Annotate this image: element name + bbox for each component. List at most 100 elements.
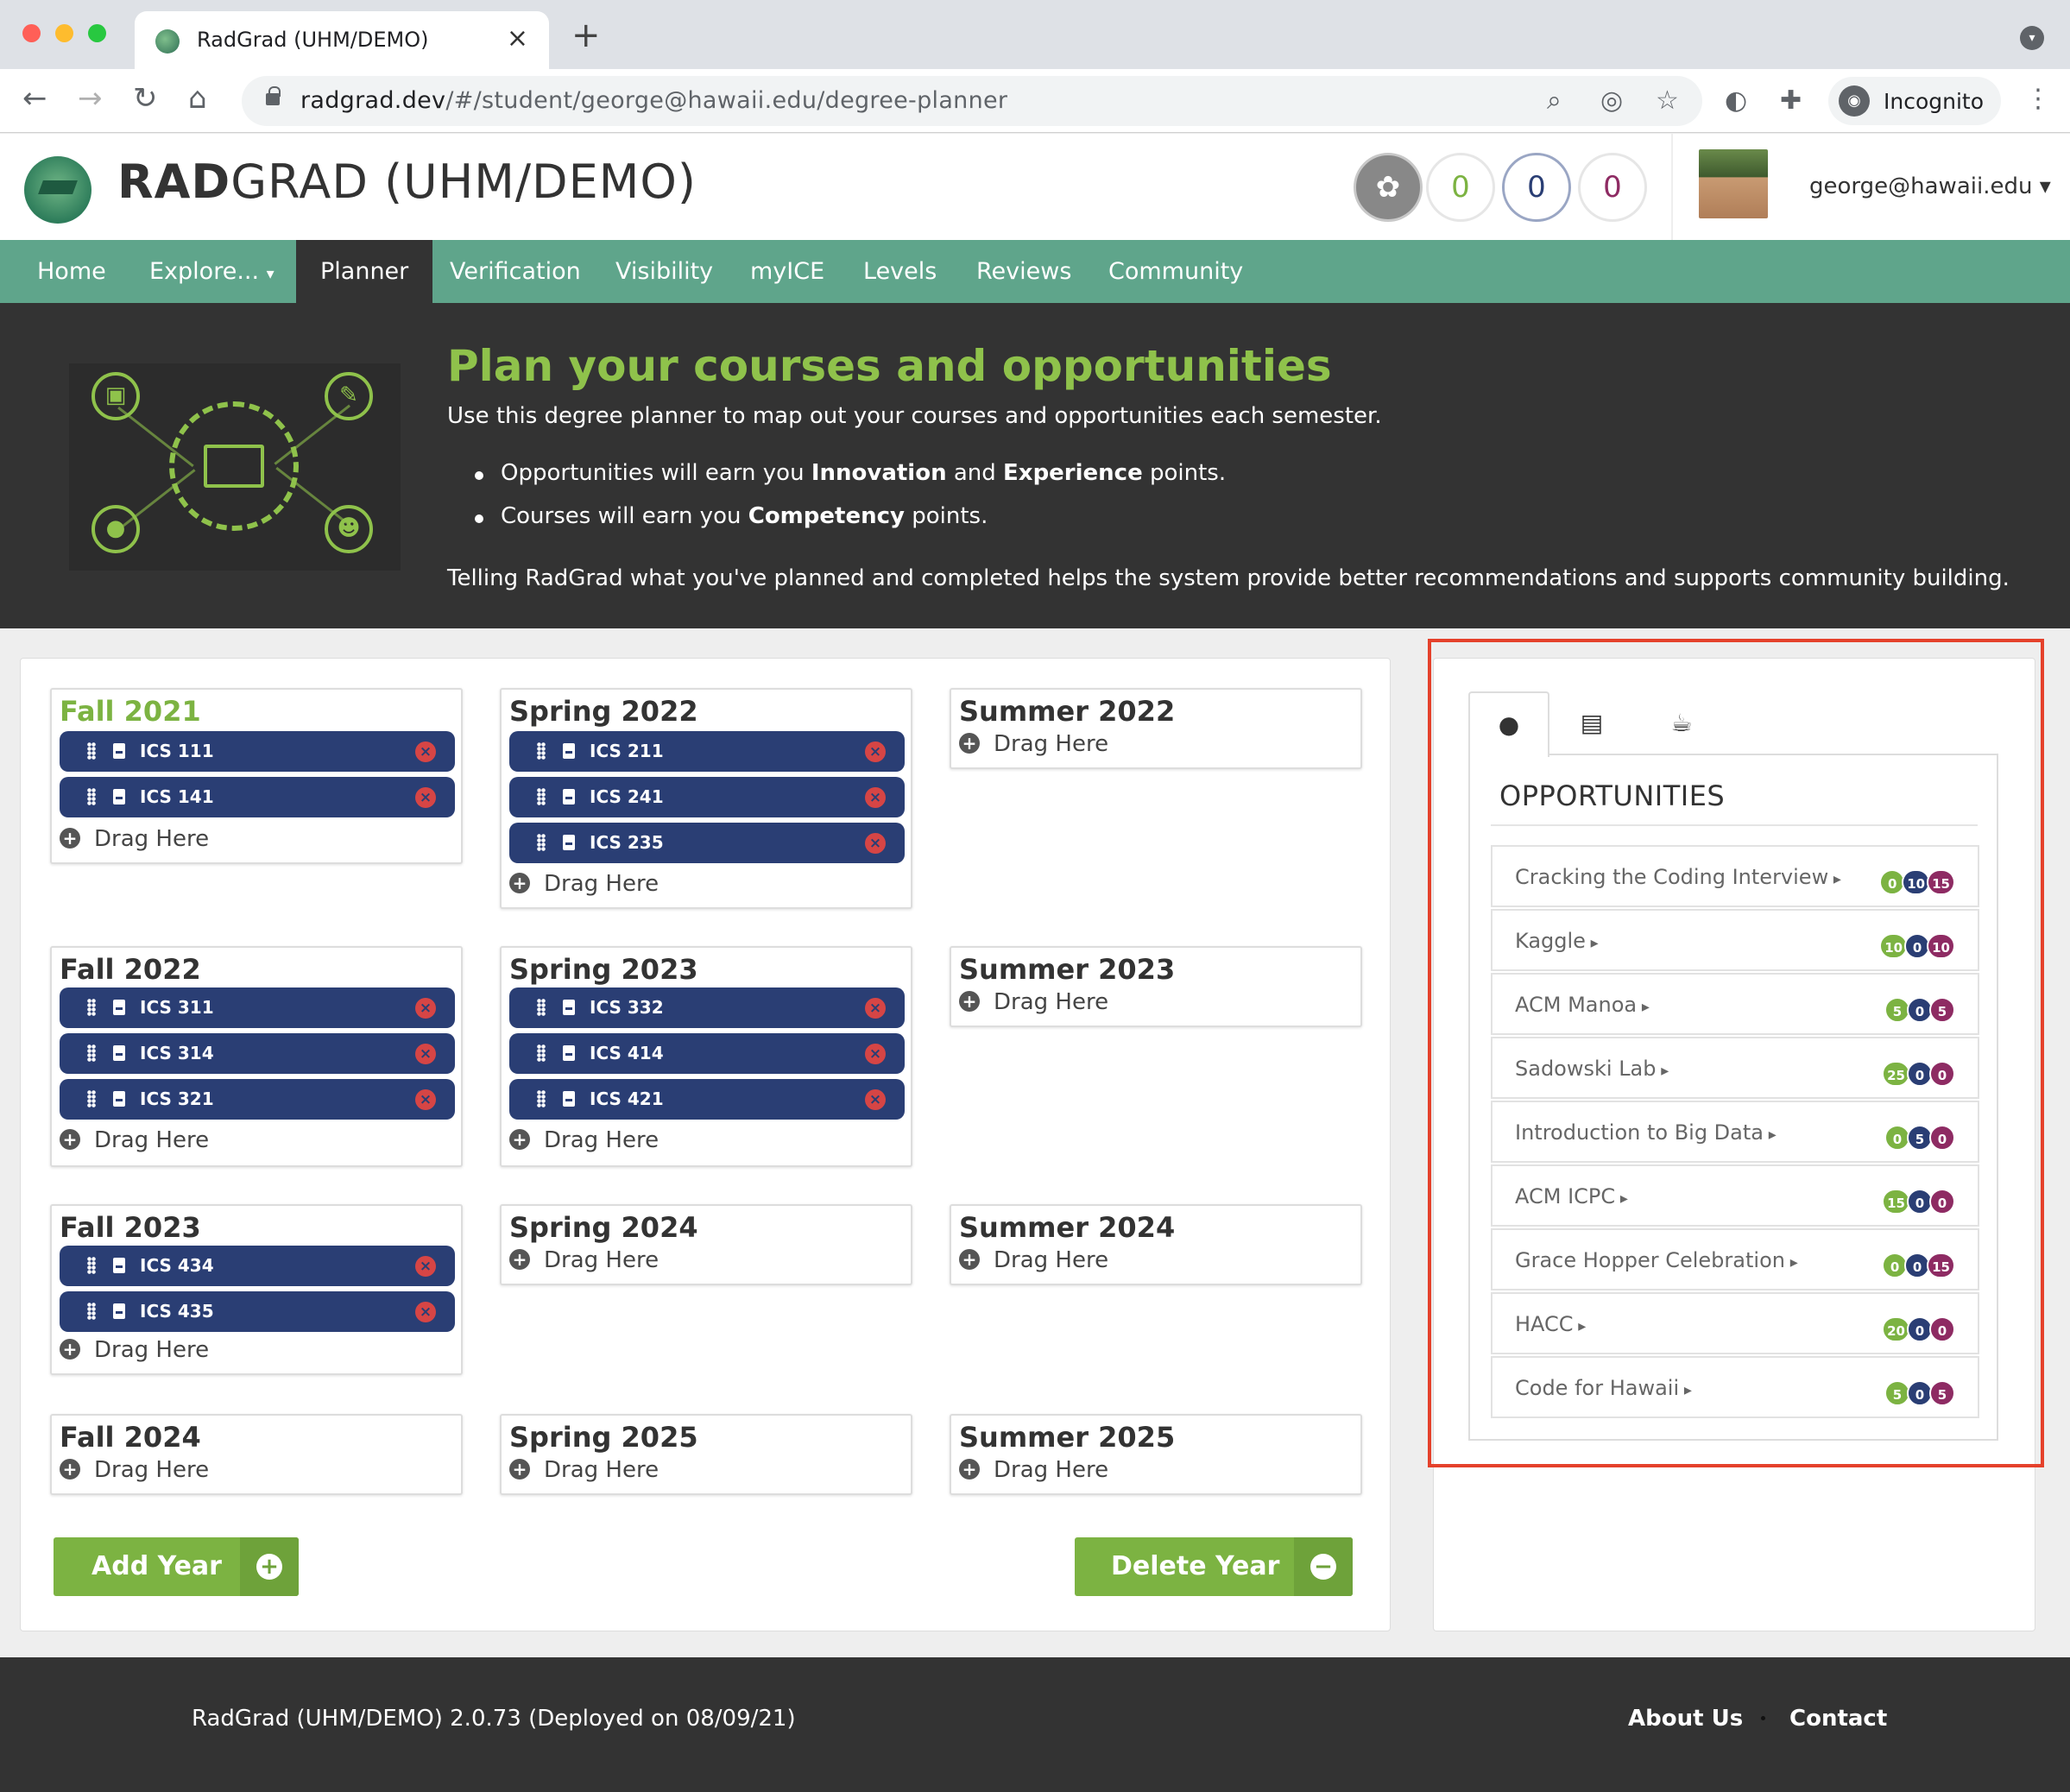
nav-home[interactable]: Home — [37, 240, 106, 303]
drag-handle-icon[interactable] — [87, 742, 96, 760]
address-bar[interactable]: radgrad.dev/#/student/george@hawaii.edu/… — [242, 76, 1702, 126]
extensions-icon[interactable]: ✚ — [1780, 85, 1802, 116]
nav-visibility[interactable]: Visibility — [615, 240, 713, 303]
course-chip[interactable]: ICS 311 × — [60, 987, 455, 1028]
forward-icon[interactable]: → — [78, 81, 103, 116]
drag-handle-icon[interactable] — [537, 1090, 546, 1107]
course-chip[interactable]: ICS 314 × — [60, 1033, 455, 1074]
course-chip[interactable]: ICS 321 × — [60, 1079, 455, 1120]
url-text[interactable]: radgrad.dev/#/student/george@hawaii.edu/… — [300, 87, 1007, 114]
remove-course-icon[interactable]: × — [415, 787, 436, 808]
course-chip[interactable]: ICS 235 × — [509, 823, 905, 863]
nav-verification[interactable]: Verification — [450, 240, 581, 303]
course-chip[interactable]: ICS 421 × — [509, 1079, 905, 1120]
drag-here-dropzone[interactable]: + Drag Here — [60, 1127, 209, 1153]
incognito-profile-button[interactable]: ◉ Incognito — [1828, 77, 2001, 125]
delete-year-button[interactable]: Delete Year − — [1075, 1537, 1353, 1596]
about-us-link[interactable]: About Us — [1628, 1706, 1743, 1732]
drag-here-dropzone[interactable]: + Drag Here — [60, 1457, 209, 1483]
course-chip[interactable]: ICS 434 × — [60, 1246, 455, 1286]
course-chip[interactable]: ICS 111 × — [60, 731, 455, 772]
remove-course-icon[interactable]: × — [865, 833, 886, 854]
drag-here-dropzone[interactable]: + Drag Here — [959, 989, 1108, 1015]
drag-handle-icon[interactable] — [87, 1044, 96, 1062]
semester-fall-2023[interactable]: Fall 2023 ICS 434 × ICS 435 × + Drag Here — [50, 1204, 463, 1375]
nav-planner[interactable]: Planner — [296, 240, 433, 303]
course-chip[interactable]: ICS 141 × — [60, 777, 455, 817]
remove-course-icon[interactable]: × — [415, 1256, 436, 1277]
remove-course-icon[interactable]: × — [865, 998, 886, 1019]
remove-course-icon[interactable]: × — [865, 1044, 886, 1064]
lock-icon[interactable] — [266, 86, 281, 105]
course-chip[interactable]: ICS 414 × — [509, 1033, 905, 1074]
user-menu[interactable]: george@hawaii.edu ▾ — [1809, 174, 2051, 199]
competency-score[interactable]: 0 — [1502, 153, 1571, 222]
drag-handle-icon[interactable] — [87, 1303, 96, 1320]
browser-tab[interactable]: RadGrad (UHM/DEMO) × — [135, 11, 549, 69]
drag-handle-icon[interactable] — [87, 1257, 96, 1274]
remove-course-icon[interactable]: × — [415, 1089, 436, 1110]
brand-title[interactable]: RADGRAD (UHM/DEMO) — [117, 155, 697, 209]
contact-link[interactable]: Contact — [1789, 1706, 1887, 1732]
back-icon[interactable]: ← — [22, 81, 47, 116]
drag-here-dropzone[interactable]: + Drag Here — [959, 1457, 1108, 1483]
drag-here-dropzone[interactable]: + Drag Here — [509, 871, 659, 897]
drag-here-dropzone[interactable]: + Drag Here — [509, 1127, 659, 1153]
drag-here-dropzone[interactable]: + Drag Here — [60, 826, 209, 852]
remove-course-icon[interactable]: × — [415, 998, 436, 1019]
drag-here-dropzone[interactable]: + Drag Here — [959, 1247, 1108, 1273]
semester-fall-2021[interactable]: Fall 2021 ICS 111 × ICS 141 × + Drag Here — [50, 688, 463, 864]
remove-course-icon[interactable]: × — [415, 1302, 436, 1322]
add-year-button[interactable]: Add Year + — [54, 1537, 299, 1596]
home-icon[interactable]: ⌂ — [188, 81, 207, 116]
password-manager-icon[interactable]: ◐ — [1725, 85, 1747, 116]
avatar[interactable] — [1699, 149, 1768, 218]
semester-summer-2022[interactable]: Summer 2022 + Drag Here — [950, 688, 1362, 769]
innovation-score[interactable]: 0 — [1426, 153, 1495, 222]
drag-handle-icon[interactable] — [87, 1090, 96, 1107]
nav-community[interactable]: Community — [1108, 240, 1243, 303]
drag-here-dropzone[interactable]: + Drag Here — [509, 1457, 659, 1483]
flower-icon[interactable]: ✿ — [1354, 153, 1423, 222]
drag-here-dropzone[interactable]: + Drag Here — [509, 1247, 659, 1273]
new-tab-icon[interactable]: + — [571, 16, 601, 55]
reload-icon[interactable]: ↻ — [133, 81, 158, 116]
semester-fall-2022[interactable]: Fall 2022 ICS 311 × ICS 314 × ICS 321 × + Dr… — [50, 946, 463, 1167]
nav-levels[interactable]: Levels — [863, 240, 937, 303]
drag-handle-icon[interactable] — [537, 999, 546, 1016]
course-chip[interactable]: ICS 241 × — [509, 777, 905, 817]
window-minimize-button[interactable] — [55, 24, 73, 42]
semester-fall-2024[interactable]: Fall 2024 + Drag Here — [50, 1414, 463, 1495]
drag-handle-icon[interactable] — [537, 1044, 546, 1062]
nav-reviews[interactable]: Reviews — [976, 240, 1071, 303]
drag-handle-icon[interactable] — [87, 999, 96, 1016]
course-chip[interactable]: ICS 211 × — [509, 731, 905, 772]
drag-here-dropzone[interactable]: + Drag Here — [60, 1337, 209, 1363]
drag-here-dropzone[interactable]: + Drag Here — [959, 731, 1108, 757]
remove-course-icon[interactable]: × — [415, 1044, 436, 1064]
semester-summer-2025[interactable]: Summer 2025 + Drag Here — [950, 1414, 1362, 1495]
radgrad-logo[interactable] — [24, 156, 92, 224]
semester-spring-2023[interactable]: Spring 2023 ICS 332 × ICS 414 × ICS 421 × +… — [500, 946, 912, 1167]
semester-spring-2025[interactable]: Spring 2025 + Drag Here — [500, 1414, 912, 1495]
remove-course-icon[interactable]: × — [865, 741, 886, 762]
window-zoom-button[interactable] — [88, 24, 106, 42]
tracking-blocked-icon[interactable]: ◎ — [1600, 85, 1623, 116]
tab-search-icon[interactable]: ▾ — [2020, 26, 2044, 50]
semester-summer-2024[interactable]: Summer 2024 + Drag Here — [950, 1204, 1362, 1285]
course-chip[interactable]: ICS 332 × — [509, 987, 905, 1028]
tab-close-icon[interactable]: × — [507, 23, 528, 54]
nav-myice[interactable]: myICE — [750, 240, 824, 303]
semester-spring-2022[interactable]: Spring 2022 ICS 211 × ICS 241 × ICS 235 × +… — [500, 688, 912, 909]
course-chip[interactable]: ICS 435 × — [60, 1291, 455, 1332]
remove-course-icon[interactable]: × — [865, 1089, 886, 1110]
semester-summer-2023[interactable]: Summer 2023 + Drag Here — [950, 946, 1362, 1027]
remove-course-icon[interactable]: × — [415, 741, 436, 762]
experience-score[interactable]: 0 — [1578, 153, 1647, 222]
drag-handle-icon[interactable] — [87, 788, 96, 805]
bookmark-star-icon[interactable]: ☆ — [1656, 85, 1679, 116]
window-close-button[interactable] — [22, 24, 41, 42]
drag-handle-icon[interactable] — [537, 834, 546, 851]
zoom-icon[interactable]: ⌕ — [1547, 85, 1562, 116]
semester-spring-2024[interactable]: Spring 2024 + Drag Here — [500, 1204, 912, 1285]
